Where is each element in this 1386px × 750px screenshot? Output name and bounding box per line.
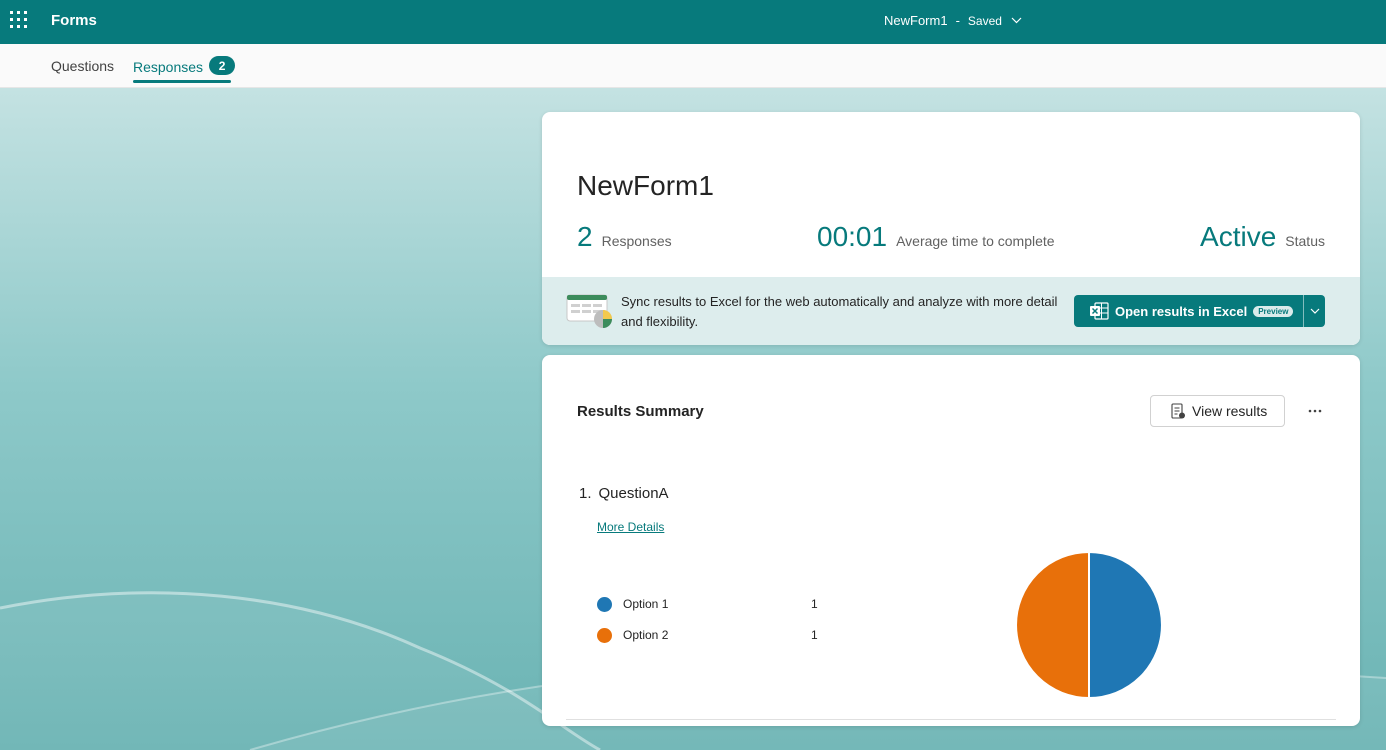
view-results-icon <box>1171 402 1185 419</box>
open-in-excel-label: Open results in Excel <box>1115 303 1248 319</box>
responses-count: 2 <box>577 221 593 252</box>
tab-questions[interactable]: Questions <box>51 58 114 74</box>
chevron-down-icon <box>1310 308 1319 314</box>
tab-responses[interactable]: Responses 2 <box>133 56 236 75</box>
document-title: NewForm1 <box>884 13 948 28</box>
question-number: 1. <box>579 485 592 502</box>
responses-stat: 2 Responses <box>577 221 672 253</box>
results-pie-chart <box>1015 550 1163 700</box>
average-time-stat: 00:01 Average time to complete <box>817 221 1055 253</box>
pie-slice-option-2[interactable] <box>1015 550 1090 700</box>
legend-label-option-2: Option 2 <box>623 628 669 642</box>
document-title-menu[interactable]: NewForm1 - Saved <box>884 13 1022 28</box>
card-divider <box>566 719 1336 720</box>
status-value: Active <box>1200 221 1277 252</box>
excel-sync-banner: Sync results to Excel for the web automa… <box>542 277 1360 345</box>
average-time-label: Average time to complete <box>896 233 1055 249</box>
legend-dot-option-2 <box>597 627 612 643</box>
save-status: Saved <box>967 13 1002 28</box>
ellipsis-icon <box>1308 409 1322 413</box>
open-in-excel-main[interactable]: Open results in Excel Preview <box>1074 295 1304 327</box>
legend-item-option-1: Option 1 1 <box>597 596 818 612</box>
view-results-button[interactable]: View results <box>1150 395 1285 427</box>
excel-sync-illustration-icon <box>566 294 612 328</box>
app-launcher-icon[interactable] <box>10 11 28 29</box>
legend-dot-option-1 <box>597 596 612 612</box>
question-text: QuestionA <box>598 485 669 502</box>
title-separator: - <box>955 13 960 28</box>
open-in-excel-button[interactable]: Open results in Excel Preview <box>1074 295 1325 327</box>
status-label: Status <box>1285 233 1325 249</box>
view-results-label: View results <box>1192 403 1268 419</box>
top-bar: Forms NewForm1 - Saved <box>0 0 1386 44</box>
responses-label: Responses <box>601 233 672 249</box>
chevron-down-icon <box>1011 17 1022 24</box>
tab-responses-label: Responses <box>133 58 204 75</box>
excel-icon <box>1090 302 1109 320</box>
pie-slice-option-1[interactable] <box>1088 550 1163 700</box>
legend-label-option-1: Option 1 <box>623 597 669 611</box>
legend-item-option-2: Option 2 1 <box>597 627 818 643</box>
results-summary-title: Results Summary <box>577 403 704 420</box>
preview-badge: Preview <box>1253 305 1294 317</box>
more-options-button[interactable] <box>1302 399 1328 423</box>
average-time-value: 00:01 <box>817 221 888 252</box>
results-summary-card: Results Summary View results 1. QuestionA… <box>542 355 1360 726</box>
excel-options-dropdown[interactable] <box>1304 295 1325 327</box>
legend-count-option-1: 1 <box>811 597 818 611</box>
question-title: 1. QuestionA <box>579 485 669 502</box>
responses-count-badge: 2 <box>209 56 236 75</box>
active-tab-indicator <box>133 80 231 83</box>
more-details-link[interactable]: More Details <box>597 520 664 534</box>
legend-count-option-2: 1 <box>811 628 818 642</box>
app-title[interactable]: Forms <box>51 12 97 29</box>
form-title: NewForm1 <box>577 170 714 201</box>
excel-sync-text: Sync results to Excel for the web automa… <box>621 294 1058 329</box>
status-stat: Active Status <box>1200 221 1325 253</box>
form-summary-card: NewForm1 2 Responses 00:01 Average time … <box>542 112 1360 345</box>
